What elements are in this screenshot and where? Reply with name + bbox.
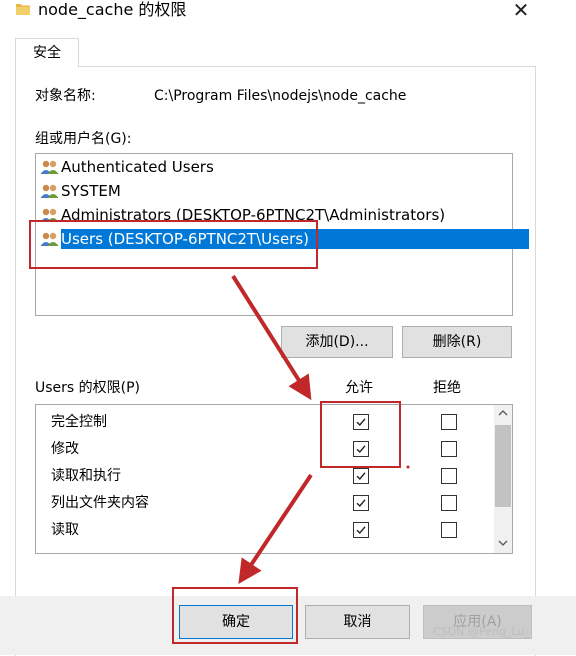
- annotation-arrow: [231, 274, 312, 401]
- annotation-arrow: [238, 473, 313, 584]
- annotation-dot: [406, 465, 410, 469]
- annotation-arrows: [231, 274, 410, 584]
- tab-security[interactable]: 安全: [15, 38, 79, 67]
